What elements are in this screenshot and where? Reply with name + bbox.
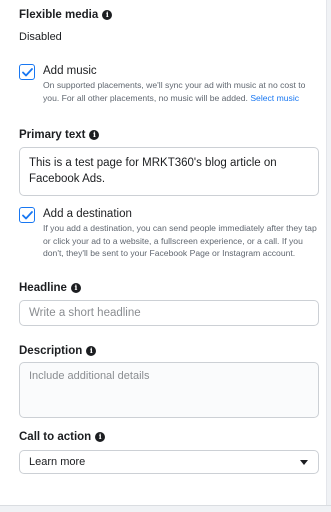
add-music-checkbox[interactable]	[19, 64, 35, 80]
description-title: Description	[19, 345, 83, 357]
add-music-help: On supported placements, we'll sync your…	[43, 79, 323, 104]
flexible-media-title: Flexible media	[19, 9, 99, 21]
scrollbar-track[interactable]	[327, 0, 331, 507]
info-icon[interactable]: i	[95, 432, 106, 442]
headline-heading: Headline i	[19, 282, 81, 294]
flexible-media-heading: Flexible media i	[19, 9, 113, 21]
checkmark-icon	[21, 67, 33, 76]
description-heading: Description i	[19, 345, 97, 357]
description-placeholder: Include additional details	[29, 370, 150, 382]
add-destination-label: Add a destination	[43, 208, 132, 220]
primary-text-heading: Primary text i	[19, 129, 100, 141]
description-field[interactable]: Include additional details	[19, 362, 319, 418]
primary-text-value: This is a test page for MRKT360's blog a…	[29, 157, 277, 185]
info-icon[interactable]: i	[70, 283, 81, 293]
chevron-down-icon	[300, 459, 308, 465]
select-music-link[interactable]: Select music	[250, 93, 299, 103]
headline-placeholder: Write a short headline	[29, 307, 141, 319]
ad-creative-panel: Flexible media i Disabled Add music On s…	[0, 0, 327, 507]
add-destination-checkbox[interactable]	[19, 207, 35, 223]
primary-text-title: Primary text	[19, 129, 86, 141]
call-to-action-heading: Call to action i	[19, 431, 106, 443]
flexible-media-status: Disabled	[19, 31, 62, 43]
checkmark-icon	[21, 210, 33, 219]
info-icon[interactable]: i	[86, 346, 97, 356]
info-icon[interactable]: i	[89, 130, 100, 140]
call-to-action-value: Learn more	[29, 456, 86, 468]
headline-input[interactable]: Write a short headline	[19, 300, 319, 326]
call-to-action-select[interactable]: Learn more	[19, 450, 319, 474]
primary-text-field[interactable]: This is a test page for MRKT360's blog a…	[19, 147, 319, 196]
info-icon[interactable]: i	[102, 10, 113, 20]
panel-bottom-divider	[0, 505, 331, 512]
add-music-label: Add music	[43, 65, 97, 77]
headline-title: Headline	[19, 282, 67, 294]
add-destination-help: If you add a destination, you can send p…	[43, 223, 317, 258]
call-to-action-title: Call to action	[19, 431, 92, 443]
